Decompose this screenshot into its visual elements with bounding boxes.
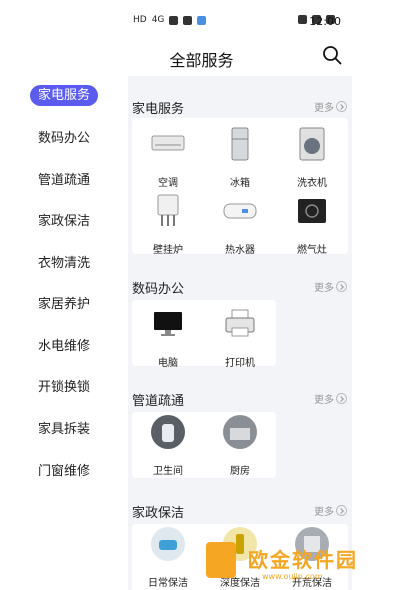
service-label: 卫生间 (153, 466, 183, 477)
service-label: 厨房 (230, 466, 250, 477)
boiler-icon (157, 194, 179, 226)
service-card: 电脑 打印机 (132, 300, 276, 369)
more-link[interactable]: 更多 (314, 503, 347, 518)
service-label: 燃气灶 (297, 245, 327, 256)
service-item[interactable]: 打印机 (204, 306, 276, 369)
sidebar-item-label: 家政保洁 (37, 214, 90, 229)
printer-icon (225, 309, 255, 337)
service-label: 空调 (158, 178, 178, 189)
section-title: 管道疏通 (132, 394, 185, 409)
sidebar-item-label: 家电服务 (29, 85, 98, 106)
sidebar-item-label: 家居养护 (37, 297, 90, 312)
service-label: 电脑 (158, 358, 178, 369)
service-label: 日常保洁 (148, 578, 188, 589)
watermark-logo: 欧金软件园 www.oujin.com (200, 540, 400, 590)
more-label: 更多 (314, 507, 334, 518)
service-label: 打印机 (225, 358, 255, 369)
service-card: 空调 冰箱 洗衣机 壁挂炉 热水器 燃气灶 (132, 118, 348, 256)
service-item[interactable]: 空调 (132, 126, 204, 189)
sidebar-item-locks[interactable]: 开锁换锁 (0, 376, 128, 400)
more-link[interactable]: 更多 (314, 391, 347, 406)
more-label: 更多 (314, 395, 334, 406)
air-conditioner-icon (151, 135, 185, 151)
alarm-icon (298, 15, 307, 24)
sidebar-item-furniture[interactable]: 家具拆装 (0, 418, 128, 442)
service-item[interactable]: 冰箱 (204, 126, 276, 189)
service-item[interactable]: 壁挂炉 (132, 193, 204, 256)
sidebar-item-label: 数码办公 (37, 131, 90, 146)
header: 全部服务 (0, 42, 403, 72)
signal-indicator: 4G (151, 15, 165, 25)
chevron-right-icon (336, 101, 347, 112)
service-label: 洗衣机 (297, 178, 327, 189)
sidebar-item-label: 衣物清洗 (37, 256, 90, 271)
service-card: 卫生间 厨房 (132, 412, 276, 478)
sidebar-item-digital[interactable]: 数码办公 (0, 127, 128, 151)
sidebar-item-home-care[interactable]: 家居养护 (0, 293, 128, 317)
hd-indicator: HD (133, 15, 147, 25)
status-bar: HD 4G 12:00 (0, 0, 403, 42)
service-item[interactable]: 厨房 (204, 414, 276, 477)
computer-icon (154, 312, 182, 336)
page-title: 全部服务 (169, 51, 234, 70)
bathroom-icon (151, 415, 185, 449)
service-label: 热水器 (225, 245, 255, 256)
app-notification-icon-2 (197, 15, 207, 25)
sidebar-item-windows[interactable]: 门窗维修 (0, 460, 128, 484)
sidebar-item-label: 门窗维修 (37, 464, 90, 479)
category-sidebar: 家电服务 数码办公 管道疏通 家政保洁 衣物清洗 家居养护 水电维修 开锁换锁 … (0, 80, 128, 590)
more-label: 更多 (314, 283, 334, 294)
sidebar-item-pipe[interactable]: 管道疏通 (0, 169, 128, 193)
sidebar-item-plumbing[interactable]: 水电维修 (0, 335, 128, 359)
status-left: HD 4G (133, 15, 207, 25)
chevron-right-icon (336, 393, 347, 404)
service-label: 壁挂炉 (153, 245, 183, 256)
sidebar-item-label: 水电维修 (37, 339, 90, 354)
fridge-icon (231, 127, 249, 161)
more-link[interactable]: 更多 (314, 99, 347, 114)
water-heater-icon (223, 203, 257, 219)
status-time: 12:00 (309, 15, 341, 28)
service-item[interactable]: 洗衣机 (276, 126, 348, 189)
watermark-url: www.oujin.com (262, 572, 323, 581)
service-item[interactable]: 燃气灶 (276, 193, 348, 256)
section-title: 家电服务 (132, 102, 185, 117)
sidebar-item-label: 管道疏通 (37, 173, 90, 188)
section-title: 家政保洁 (132, 506, 185, 521)
service-item[interactable]: 热水器 (204, 193, 276, 256)
watermark-box (206, 542, 236, 578)
sidebar-item-appliance[interactable]: 家电服务 (0, 84, 128, 108)
cleaning-icon (151, 527, 185, 561)
sidebar-item-label: 家具拆装 (37, 422, 90, 437)
sidebar-item-housekeeping[interactable]: 家政保洁 (0, 210, 128, 234)
washing-machine-icon (299, 127, 325, 161)
chevron-right-icon (336, 281, 347, 292)
chevron-right-icon (336, 505, 347, 516)
more-label: 更多 (314, 103, 334, 114)
service-content: 家电服务 更多 空调 冰箱 洗衣机 壁挂炉 热水器 燃气灶 数码办公 更多 电脑… (128, 76, 352, 590)
more-link[interactable]: 更多 (314, 279, 347, 294)
search-icon[interactable] (322, 45, 342, 65)
gas-stove-icon (298, 199, 326, 223)
service-item[interactable]: 日常保洁 (132, 526, 204, 589)
service-item[interactable]: 电脑 (132, 306, 204, 369)
service-item[interactable]: 卫生间 (132, 414, 204, 477)
kitchen-icon (223, 415, 257, 449)
app-notification-icon (183, 15, 193, 25)
section-title: 数码办公 (132, 282, 185, 297)
sidebar-item-label: 开锁换锁 (37, 380, 90, 395)
service-label: 冰箱 (230, 178, 250, 189)
sidebar-item-laundry[interactable]: 衣物清洗 (0, 252, 128, 276)
wifi-icon (169, 15, 179, 25)
watermark-text: 欧金软件园 (248, 548, 358, 572)
